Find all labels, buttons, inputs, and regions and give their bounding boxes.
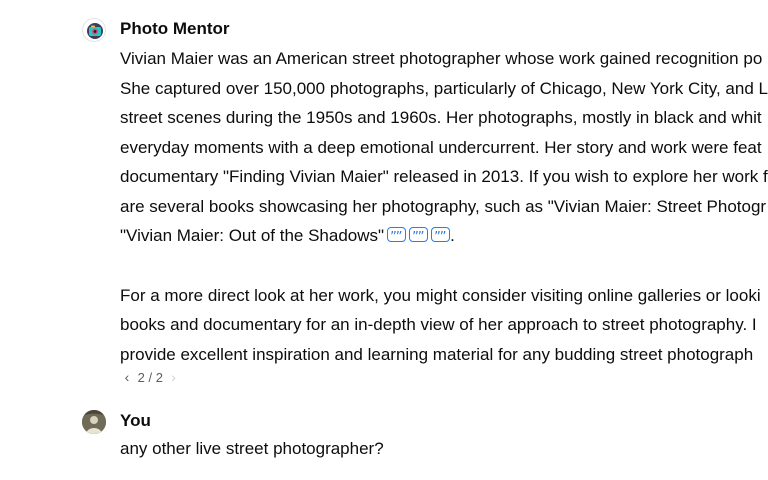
response-line: books and documentary for an in-depth vi… [120,315,757,334]
line-end-period: . [450,226,455,245]
user-avatar [82,410,106,434]
response-line: She captured over 150,000 photographs, p… [120,78,768,98]
response-pager: ‹ 2 / 2 › [120,368,181,387]
response-line: Vivian Maier was an American street phot… [120,49,763,68]
chevron-right-icon[interactable]: › [167,368,181,386]
response-line: street scenes during the 1950s and 1960s… [120,108,762,127]
response-line: everyday moments with a deep emotional u… [120,137,762,157]
quote-citation-icon[interactable] [387,223,407,253]
quote-citation-icon[interactable] [431,223,451,253]
photo-mentor-avatar [82,18,106,42]
assistant-name: Photo Mentor [120,19,230,38]
user-photo-icon [82,410,106,434]
conversation: Photo Mentor Vivian Maier was an America… [0,0,768,480]
response-line: For a more direct look at her work, you … [120,285,761,305]
chevron-left-icon[interactable]: ‹ [120,368,134,386]
response-line-with-citations: "Vivian Maier: Out of the Shadows". [120,221,768,253]
response-line: are several books showcasing her photogr… [120,196,767,216]
response-line: provide excellent inspiration and learni… [120,344,754,364]
camera-icon [87,23,103,39]
pager-label: 2 / 2 [137,370,163,385]
response-line: documentary "Finding Vivian Maier" relea… [120,167,768,186]
quote-citation-icon[interactable] [409,223,429,253]
user-name: You [120,411,151,430]
assistant-response: Vivian Maier was an American street phot… [120,44,768,369]
user-message-text: any other live street photographer? [120,439,384,458]
response-line: "Vivian Maier: Out of the Shadows" [120,226,385,245]
